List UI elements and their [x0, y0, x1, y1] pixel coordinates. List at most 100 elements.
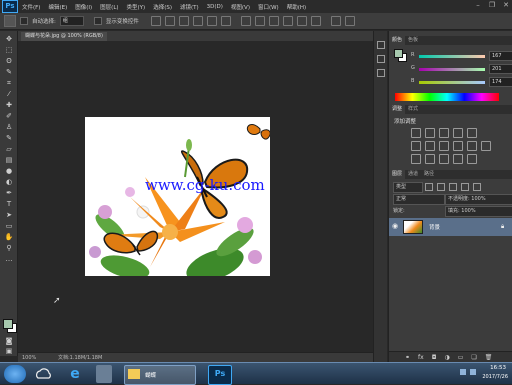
add-mask-icon[interactable]: ◘ [432, 354, 437, 361]
curves-icon[interactable] [439, 128, 449, 138]
minimize-icon[interactable]: – [474, 1, 482, 9]
filter-type-icon[interactable] [449, 183, 457, 191]
menu-layer[interactable]: 图层(L) [100, 3, 118, 11]
menu-view[interactable]: 视图(V) [231, 3, 250, 11]
move-tool-icon[interactable]: ✥ [4, 35, 14, 44]
photoshop-taskbar-icon[interactable]: Ps [208, 365, 232, 385]
new-group-icon[interactable]: ▭ [458, 354, 464, 361]
screen-mode-icon[interactable]: ▣ [4, 347, 14, 356]
channel-mixer-icon[interactable] [467, 141, 477, 151]
eyedropper-tool-icon[interactable]: ⁄ [4, 90, 14, 99]
align-top-icon[interactable] [150, 16, 161, 26]
document-canvas[interactable]: www.cg-ku.com [85, 117, 270, 276]
auto-select-dropdown[interactable]: 组 [59, 16, 84, 26]
tab-paths[interactable]: 路径 [421, 170, 437, 179]
network-icon[interactable] [460, 369, 466, 375]
volume-icon[interactable] [470, 369, 476, 375]
tab-swatches[interactable]: 色板 [405, 36, 421, 45]
brush-tool-icon[interactable]: ✐ [4, 112, 14, 121]
menu-file[interactable]: 文件(F) [22, 3, 40, 11]
zoom-tool-icon[interactable]: ⚲ [4, 244, 14, 253]
dodge-tool-icon[interactable]: ◐ [4, 178, 14, 187]
tab-layers[interactable]: 图层 [389, 170, 406, 179]
crop-tool-icon[interactable]: ⌗ [4, 79, 14, 88]
internet-explorer-icon[interactable]: e [66, 365, 84, 383]
blur-tool-icon[interactable]: ● [4, 167, 14, 176]
3d-mode-icon[interactable] [344, 16, 355, 26]
tab-adjustments[interactable]: 调整 [389, 105, 406, 114]
distribute-vcenter-icon[interactable] [254, 16, 265, 26]
clone-stamp-tool-icon[interactable]: ♙ [4, 123, 14, 132]
folder-window-button[interactable]: 蝴蝶 [124, 365, 196, 385]
document-tab[interactable]: 蝴蝶与花朵.jpg @ 100% (RGB/8) [21, 32, 107, 41]
black-white-icon[interactable] [439, 141, 449, 151]
menu-select[interactable]: 选择(S) [153, 3, 172, 11]
layer-row[interactable]: ◉ 背景 🔒︎ [389, 218, 512, 236]
align-vcenter-icon[interactable] [164, 16, 175, 26]
tab-channels[interactable]: 通道 [405, 170, 421, 179]
vibrance-icon[interactable] [467, 128, 477, 138]
blend-mode-dropdown[interactable]: 正常 [393, 194, 445, 205]
color-balance-icon[interactable] [425, 141, 435, 151]
menu-type[interactable]: 类型(Y) [127, 3, 146, 11]
gradient-tool-icon[interactable]: ▤ [4, 156, 14, 165]
cloud-icon[interactable] [34, 365, 52, 383]
fill-field[interactable]: 填充: 100% [445, 206, 512, 217]
align-bottom-icon[interactable] [178, 16, 189, 26]
exposure-icon[interactable] [453, 128, 463, 138]
filter-pixel-icon[interactable] [425, 183, 433, 191]
red-track[interactable] [419, 55, 485, 58]
filter-smart-object-icon[interactable] [473, 183, 481, 191]
restore-icon[interactable]: ❐ [488, 1, 496, 9]
healing-brush-tool-icon[interactable]: ✚ [4, 101, 14, 110]
distribute-bottom-icon[interactable] [268, 16, 279, 26]
properties-panel-icon[interactable] [377, 55, 385, 63]
path-select-tool-icon[interactable]: ➤ [4, 211, 14, 220]
quick-select-tool-icon[interactable]: ✎ [4, 68, 14, 77]
layer-style-icon[interactable]: fx [418, 354, 424, 361]
distribute-left-icon[interactable] [282, 16, 293, 26]
align-left-icon[interactable] [192, 16, 203, 26]
menu-window[interactable]: 窗口(W) [258, 3, 279, 11]
align-right-icon[interactable] [220, 16, 231, 26]
color-spectrum-bar[interactable] [395, 93, 499, 101]
pen-tool-icon[interactable]: ✒ [4, 189, 14, 198]
actions-panel-icon[interactable] [377, 69, 385, 77]
start-button-icon[interactable] [4, 365, 26, 383]
color-fg-swatch[interactable] [394, 49, 403, 58]
color-lookup-icon[interactable] [481, 141, 491, 151]
foreground-color-swatch[interactable] [3, 319, 13, 329]
red-slider[interactable]: R 167 [411, 51, 512, 61]
marquee-tool-icon[interactable]: ⬚ [4, 46, 14, 55]
move-tool-preset-icon[interactable] [4, 15, 16, 27]
auto-align-icon[interactable] [330, 16, 341, 26]
close-icon[interactable]: ✕ [502, 1, 510, 9]
auto-select-checkbox[interactable] [20, 17, 28, 25]
red-value[interactable]: 167 [489, 51, 512, 61]
green-slider[interactable]: G 201 [411, 64, 512, 74]
show-transform-checkbox[interactable] [93, 17, 102, 25]
gradient-map-icon[interactable] [467, 154, 477, 164]
layer-filter-dropdown[interactable]: 类型 [393, 182, 423, 193]
visibility-eye-icon[interactable]: ◉ [392, 223, 399, 230]
brightness-contrast-icon[interactable] [411, 128, 421, 138]
invert-icon[interactable] [411, 154, 421, 164]
selective-color-icon[interactable] [453, 154, 463, 164]
posterize-icon[interactable] [425, 154, 435, 164]
delete-layer-icon[interactable]: 🗑︎ [485, 354, 493, 361]
history-panel-icon[interactable] [377, 41, 385, 49]
menu-filter[interactable]: 滤镜(T) [180, 3, 199, 11]
blue-slider[interactable]: B 174 [411, 77, 512, 87]
type-tool-icon[interactable]: T [4, 200, 14, 209]
quick-mask-icon[interactable]: ◙ [4, 337, 14, 346]
photo-filter-icon[interactable] [453, 141, 463, 151]
opacity-field[interactable]: 不透明度: 100% [445, 194, 512, 205]
blue-value[interactable]: 174 [489, 77, 512, 87]
hand-tool-icon[interactable]: ✋ [4, 233, 14, 242]
clock-time[interactable]: 16:53 [490, 365, 506, 371]
tab-styles[interactable]: 样式 [405, 105, 421, 114]
layer-name[interactable]: 背景 [429, 223, 440, 231]
lasso-tool-icon[interactable]: ʘ [4, 57, 14, 66]
new-layer-icon[interactable]: ❏ [471, 354, 476, 361]
clock-date[interactable]: 2017/7/26 [482, 374, 508, 380]
